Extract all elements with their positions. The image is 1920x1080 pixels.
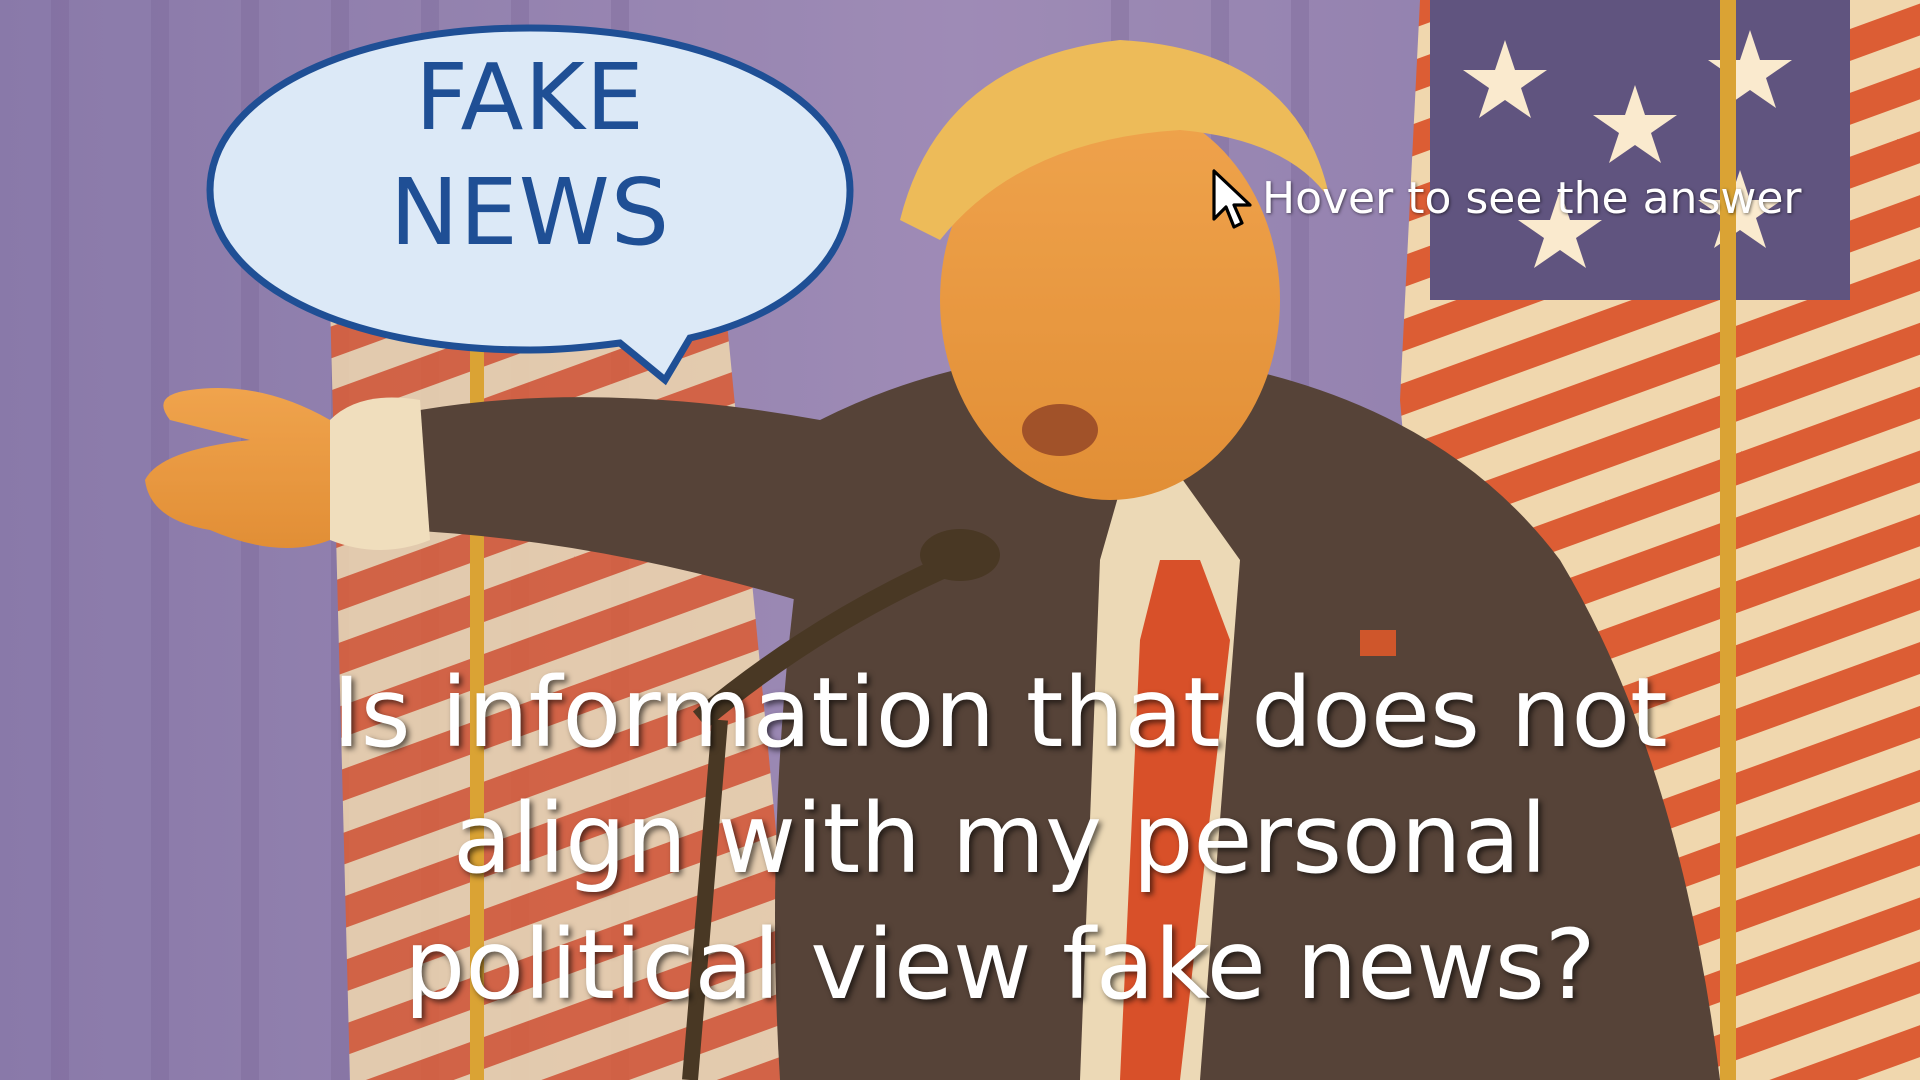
question-line-1: Is information that does not (332, 657, 1668, 769)
hover-hint-label: Hover to see the answer (1262, 172, 1802, 224)
bubble-line-1: FAKE (415, 44, 645, 151)
mouse-pointer-icon (1212, 169, 1252, 229)
bubble-line-2: NEWS (389, 159, 671, 266)
question-line-2: align with my personal (452, 783, 1548, 895)
question-text: Is information that does not align with … (130, 650, 1870, 1028)
hover-hint[interactable]: Hover to see the answer (1212, 165, 1802, 231)
bubble-text: FAKE NEWS (240, 40, 820, 270)
question-line-3: political view fake news? (404, 909, 1596, 1021)
slide: FAKE NEWS Hover to see the answer Is inf… (0, 0, 1920, 1080)
